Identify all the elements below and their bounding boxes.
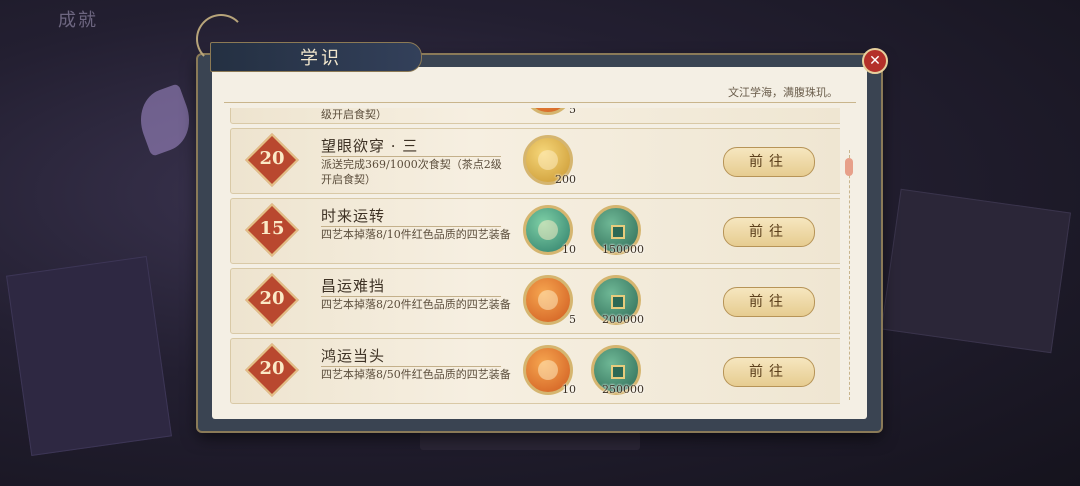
reward-amount: 200 <box>555 173 576 186</box>
reward-item[interactable]: 10 <box>523 345 576 396</box>
dialog-title: 学识 <box>300 48 342 69</box>
points-badge: 20 <box>245 133 299 187</box>
fish-icon <box>538 290 558 310</box>
go-button[interactable]: 前往 <box>723 287 815 317</box>
task-row: 20 鸿运当头 四艺本掉落8/50件红色品质的四艺装备 10 250000 前往 <box>230 338 840 404</box>
points-badge: 20 <box>245 273 299 327</box>
badge-points: 15 <box>259 218 285 239</box>
go-button[interactable]: 前往 <box>723 357 815 387</box>
go-button[interactable]: 前往 <box>723 147 815 177</box>
task-row: 级开启食契） 5 <box>230 108 840 124</box>
task-title: 昌运难挡 <box>321 277 386 295</box>
reward-item[interactable]: 5 <box>523 275 576 326</box>
book-decoration <box>6 256 172 456</box>
points-badge: 15 <box>245 203 299 257</box>
task-description: 派送完成369/1000次食契（茶点2级开启食契） <box>321 158 502 186</box>
task-description: 级开启食契） <box>321 108 387 121</box>
fish-icon <box>538 360 558 380</box>
badge-points: 20 <box>259 358 285 379</box>
reward-amount: 150000 <box>602 243 644 256</box>
task-description: 四艺本掉落8/10件红色品质的四艺装备 <box>321 228 511 241</box>
coin-icon <box>611 365 625 379</box>
scrollbar-track[interactable] <box>849 150 858 400</box>
reward-item[interactable]: 250000 <box>591 345 644 396</box>
reward-amount: 5 <box>569 108 576 116</box>
reward-amount: 5 <box>569 313 576 326</box>
task-list[interactable]: 级开启食契） 5 20 望眼欲穿 · 三 派送完成369/1000次食契（茶点2… <box>230 108 840 410</box>
reward-amount: 250000 <box>602 383 644 396</box>
coin-icon <box>611 295 625 309</box>
divider <box>224 102 856 103</box>
background-bar <box>420 432 640 450</box>
reward-amount: 10 <box>562 243 576 256</box>
close-icon: ✕ <box>869 53 881 69</box>
background-title: 成就 <box>58 10 98 31</box>
leaf-icon <box>538 150 558 170</box>
reward-item[interactable]: 200 <box>523 135 576 186</box>
books-decoration <box>880 188 1072 354</box>
task-description: 四艺本掉落8/50件红色品质的四艺装备 <box>321 368 511 381</box>
task-title: 时来运转 <box>321 207 386 225</box>
task-row: 20 昌运难挡 四艺本掉落8/20件红色品质的四艺装备 5 200000 前往 <box>230 268 840 334</box>
points-badge: 20 <box>245 343 299 397</box>
go-button[interactable]: 前往 <box>723 217 815 247</box>
scrollbar-thumb[interactable] <box>845 158 853 176</box>
badge-points: 20 <box>259 148 285 169</box>
dialog-subtitle: 文江学海，满腹珠玑。 <box>728 86 838 99</box>
task-row: 20 望眼欲穿 · 三 派送完成369/1000次食契（茶点2级开启食契） 20… <box>230 128 840 194</box>
fish-icon <box>538 220 558 240</box>
petal-decoration <box>131 83 199 157</box>
reward-item[interactable]: 10 <box>523 205 576 256</box>
reward-item[interactable]: 5 <box>523 108 576 116</box>
task-title: 望眼欲穿 · 三 <box>321 137 419 155</box>
task-title: 鸿运当头 <box>321 347 386 365</box>
reward-item[interactable]: 150000 <box>591 205 644 256</box>
task-row: 15 时来运转 四艺本掉落8/10件红色品质的四艺装备 10 150000 前往 <box>230 198 840 264</box>
coin-icon <box>611 225 625 239</box>
reward-amount: 200000 <box>602 313 644 326</box>
close-button[interactable]: ✕ <box>862 48 888 74</box>
task-description: 四艺本掉落8/20件红色品质的四艺装备 <box>321 298 511 311</box>
reward-item[interactable]: 200000 <box>591 275 644 326</box>
badge-points: 20 <box>259 288 285 309</box>
reward-amount: 10 <box>562 383 576 396</box>
